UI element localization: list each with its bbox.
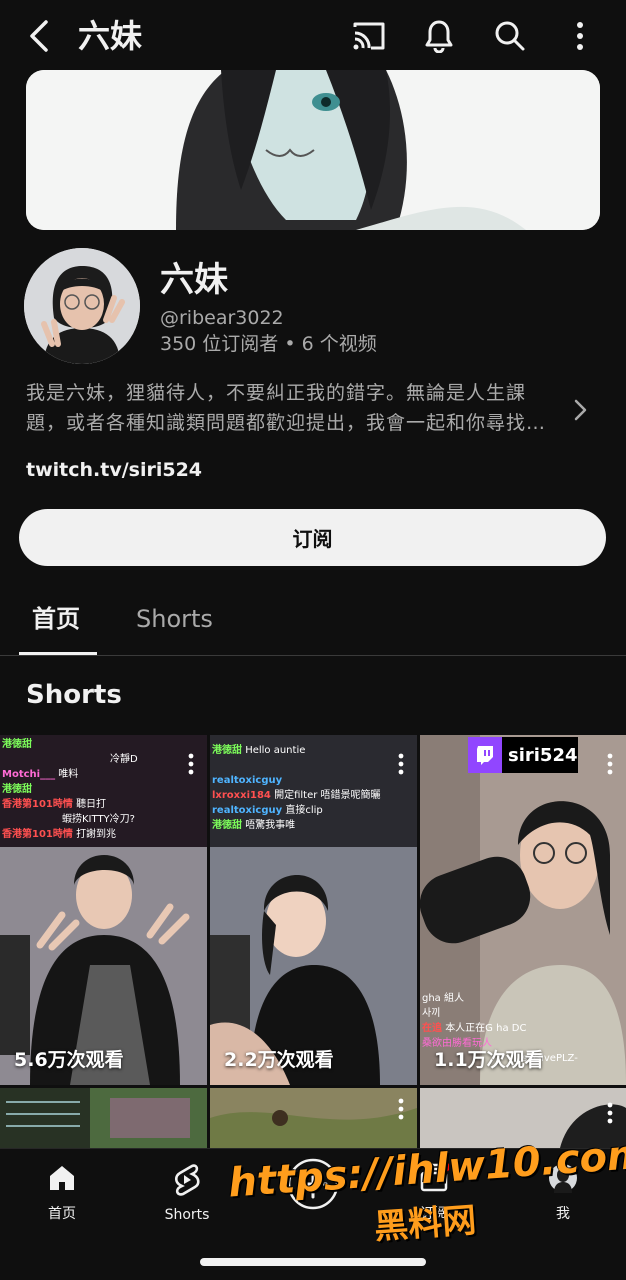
channel-avatar[interactable] (24, 248, 140, 364)
short-card[interactable]: 港徳甜 Hello auntie realtoxicguy lxroxxi184… (210, 735, 417, 1085)
chat-line: 在追 本人正在G ha DC (422, 1023, 527, 1034)
short-card[interactable]: 港徳甜 冷靜D Motchi___ 唯料 港徳甜 香港第101時情 聽日打 蝦捞… (0, 735, 207, 1085)
banner-artwork (26, 70, 600, 230)
chat-line (212, 758, 381, 773)
chat-line: Motchi___ 唯料 (2, 769, 79, 780)
shorts-icon (174, 1164, 200, 1196)
short-card[interactable] (0, 1088, 207, 1148)
search-icon (495, 21, 525, 51)
bell-icon (425, 20, 453, 53)
chat-line: 香港第101時情 打謝到兆 (2, 829, 117, 840)
chat-line: 港徳甜 (2, 784, 32, 795)
back-button[interactable] (22, 14, 56, 58)
nav-home[interactable]: 首页 (17, 1163, 107, 1223)
notifications-button[interactable] (417, 14, 461, 58)
more-vert-icon (607, 753, 613, 775)
page-title: 六妹 (78, 17, 143, 55)
top-app-bar: 六妹 (0, 0, 626, 70)
nav-shorts[interactable]: Shorts (142, 1163, 232, 1223)
twitch-username: siri524 (508, 744, 578, 766)
channel-banner (26, 70, 600, 230)
more-vert-icon (398, 753, 404, 775)
description-line: 題，或者各種知識類問題都歡迎提出，我會一起和你尋找… (26, 412, 547, 434)
channel-handle: @ribear3022 (160, 307, 284, 329)
active-tab-indicator (19, 652, 97, 655)
short-card[interactable]: siri524 gha 組人 사끼 在追 本人正在G ha DC 桑欲由勝看玩人… (420, 735, 626, 1085)
chat-line: lxroxxi184 開定filter 唔錯景呢簡曬 (212, 790, 381, 801)
chat-line: 港徳甜 (2, 739, 32, 750)
chat-line: gha 組人 (422, 993, 464, 1004)
short-more-button[interactable] (606, 753, 614, 775)
chat-line: 香港第101時情 聽日打 (2, 799, 107, 810)
short-more-button[interactable] (397, 1098, 405, 1120)
tab-shorts[interactable]: Shorts (136, 602, 213, 636)
short-view-count: 2.2万次观看 (224, 1049, 334, 1071)
chat-overlay: 港徳甜 冷靜D Motchi___ 唯料 港徳甜 香港第101時情 聽日打 蝦捞… (2, 737, 138, 842)
tab-home[interactable]: 首页 (32, 602, 80, 636)
cast-button[interactable] (347, 14, 391, 58)
short-thumbnail (0, 1088, 207, 1148)
more-vert-icon (607, 1102, 613, 1124)
channel-link[interactable]: twitch.tv/siri524 (26, 456, 202, 484)
watermark-site-name: 黑料网 (372, 1200, 478, 1248)
short-view-count: 1.1万次观看 (434, 1049, 544, 1071)
chat-line: 港徳甜 Hello auntie (212, 745, 306, 756)
nav-label: Shorts (164, 1207, 210, 1223)
subscribe-button[interactable]: 订阅 (19, 509, 606, 566)
channel-description[interactable]: 我是六妹，狸貓待人，不要糾正我的錯字。無論是人生課 題，或者各種知識類問題都歡迎… (26, 378, 556, 438)
search-button[interactable] (488, 14, 532, 58)
twitch-logo-icon (468, 737, 502, 773)
more-vert-icon (188, 753, 194, 775)
short-more-button[interactable] (397, 753, 405, 775)
section-title: Shorts (26, 680, 122, 710)
channel-tabs: 首页 Shorts (0, 586, 626, 656)
cast-icon (353, 22, 385, 50)
avatar-image (24, 248, 140, 364)
chat-line: 港徳甜 唔驚我事唯 (212, 820, 296, 831)
description-expand-button[interactable] (566, 396, 594, 424)
chat-line: 사끼 (422, 1008, 441, 1019)
short-view-count: 5.6万次观看 (14, 1049, 124, 1071)
chat-line: realtoxicguy (212, 775, 283, 786)
chat-line: 冷靜D (110, 754, 138, 765)
more-options-button[interactable] (558, 14, 602, 58)
chevron-right-icon (574, 399, 587, 421)
home-indicator[interactable] (200, 1258, 426, 1266)
nav-label: 我 (556, 1206, 570, 1222)
chevron-left-icon (30, 20, 48, 52)
more-vert-icon (398, 1098, 404, 1120)
chat-line: 蝦捞KITTY冷刀? (62, 814, 135, 825)
channel-stats: 350 位订阅者 • 6 个视频 (160, 333, 377, 355)
short-thumbnail (210, 1088, 417, 1148)
channel-name: 六妹 (160, 260, 228, 300)
nav-label: 首页 (48, 1206, 76, 1222)
short-card[interactable] (210, 1088, 417, 1148)
more-vert-icon (577, 22, 583, 50)
twitch-badge: siri524 (468, 737, 578, 773)
short-more-button[interactable] (187, 753, 195, 775)
chat-overlay: 港徳甜 Hello auntie realtoxicguy lxroxxi184… (212, 743, 381, 833)
home-icon (50, 1166, 74, 1190)
short-more-button[interactable] (606, 1102, 614, 1124)
description-line: 我是六妹，狸貓待人，不要糾正我的錯字。無論是人生課 (26, 382, 527, 404)
chat-line: realtoxicguy 直接clip (212, 805, 323, 816)
